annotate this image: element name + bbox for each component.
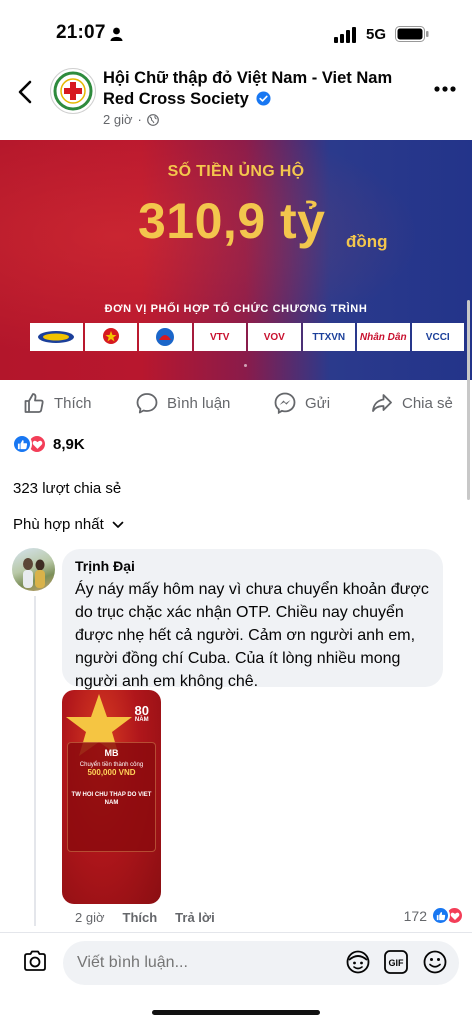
attachment-badge: 80 NĂM [134, 703, 149, 723]
svg-text:GIF: GIF [389, 958, 405, 968]
partner-logo-mb [30, 323, 83, 351]
avatar-sticker-icon[interactable] [345, 949, 371, 975]
comment-sort-selector[interactable]: Phù hợp nhất [13, 516, 124, 533]
receipt-amount: 500,000 VND [87, 768, 136, 777]
comment-thread-line [34, 596, 36, 926]
status-time: 21:07 [56, 22, 106, 43]
like-label: Thích [54, 394, 92, 412]
post-meta: 2 giờ · [103, 112, 159, 127]
network-label: 5G [366, 26, 387, 43]
comment-bubble[interactable]: Trịnh Đại Áy náy mấy hôm nay vì chưa chu… [62, 549, 443, 690]
person-icon [110, 27, 123, 41]
banner-unit: đồng [346, 232, 388, 251]
partner-logo-strip: VTV VOV TTXVN Nhân Dân VCCI [30, 323, 464, 351]
comment-time: 2 giờ [75, 910, 105, 925]
comment-author[interactable]: Trịnh Đại [75, 558, 430, 574]
banner-caption: SỐ TIỀN ỦNG HỘ [167, 163, 305, 180]
send-button[interactable]: Gửi [273, 387, 330, 419]
partner-logo-vtv: VTV [193, 323, 246, 351]
chevron-down-icon [112, 521, 124, 528]
comment-reply-button[interactable]: Trả lời [175, 910, 215, 925]
comment-like-button[interactable]: Thích [123, 910, 158, 925]
post-action-bar: Thích Bình luận Gửi Chia sẻ [0, 387, 472, 419]
page-name-block[interactable]: Hội Chữ thập đỏ Việt Nam - Viet Nam Red … [103, 68, 423, 110]
partner-logo-ttxvn: TTXVN [302, 323, 355, 351]
partner-logo-youth-union [139, 323, 192, 351]
partner-logo-ministry [84, 323, 137, 351]
partner-logo-vcci: VCCI [411, 323, 464, 351]
comment-attachment-image[interactable]: 80 NĂM MB Chuyển tiền thành công 500,000… [62, 690, 161, 904]
comment-reaction-count: 172 [403, 907, 427, 924]
share-label: Chia sẻ [402, 394, 453, 412]
commenter-avatar[interactable] [12, 548, 55, 591]
red-cross-logo-icon [53, 71, 93, 111]
commenter-photo [23, 558, 45, 588]
post-time: 2 giờ [103, 112, 133, 127]
comment-reactions[interactable]: 172 [404, 906, 464, 925]
partner-logo-vov: VOV [248, 323, 301, 351]
thumbs-up-icon [24, 393, 44, 413]
comment-bubble-icon [136, 393, 158, 414]
page-name[interactable]: Hội Chữ thập đỏ Việt Nam - Viet Nam Red … [103, 69, 392, 108]
signal-icon [334, 27, 356, 43]
like-reaction-icon [431, 906, 450, 925]
like-reaction-icon [12, 434, 32, 454]
comment-button[interactable]: Bình luận [135, 387, 230, 419]
globe-icon [146, 113, 159, 126]
banner-amount: 310,9 tỷ [138, 193, 326, 249]
receipt-recipient: TW HOI CHU THAP DO VIET NAM [71, 792, 152, 806]
reactions-summary[interactable]: 8,9K [12, 434, 85, 454]
emoji-icon[interactable] [422, 949, 448, 975]
battery-icon [395, 26, 429, 42]
messenger-icon [274, 392, 296, 415]
verified-badge-icon [256, 91, 271, 106]
share-arrow-icon [372, 394, 392, 412]
more-options-icon[interactable] [434, 86, 456, 92]
transfer-receipt: MB Chuyển tiền thành công 500,000 VND TW… [67, 742, 156, 852]
comment-meta: 2 giờ Thích Trả lời [75, 910, 215, 925]
like-button[interactable]: Thích [22, 387, 92, 419]
post-image[interactable]: SỐ TIỀN ỦNG HỘ 310,9 tỷ đồng ĐƠN VỊ PHỐI… [0, 140, 472, 380]
share-button[interactable]: Chia sẻ [370, 387, 453, 419]
comment-label: Bình luận [167, 394, 231, 412]
post-header: Hội Chữ thập đỏ Việt Nam - Viet Nam Red … [0, 62, 472, 134]
receipt-bank: MB [104, 748, 119, 758]
page-avatar[interactable] [50, 68, 96, 114]
partner-logo-nhan-dan: Nhân Dân [357, 323, 410, 351]
banner-partners-title: ĐƠN VỊ PHỐI HỢP TỔ CHỨC CHƯƠNG TRÌNH [104, 303, 368, 315]
send-label: Gửi [305, 394, 331, 412]
home-indicator [152, 1010, 320, 1015]
status-bar: 21:07 5G [0, 0, 472, 62]
share-count[interactable]: 323 lượt chia sẻ [13, 480, 121, 497]
sort-label: Phù hợp nhất [13, 516, 104, 533]
reaction-count: 8,9K [53, 435, 85, 453]
gif-icon[interactable]: GIF [383, 949, 409, 975]
scrollbar[interactable] [467, 300, 470, 500]
camera-icon[interactable] [22, 949, 48, 973]
back-arrow-icon[interactable] [14, 78, 38, 106]
comment-text: Áy náy mấy hôm nay vì chưa chuyển khoản … [75, 581, 429, 690]
